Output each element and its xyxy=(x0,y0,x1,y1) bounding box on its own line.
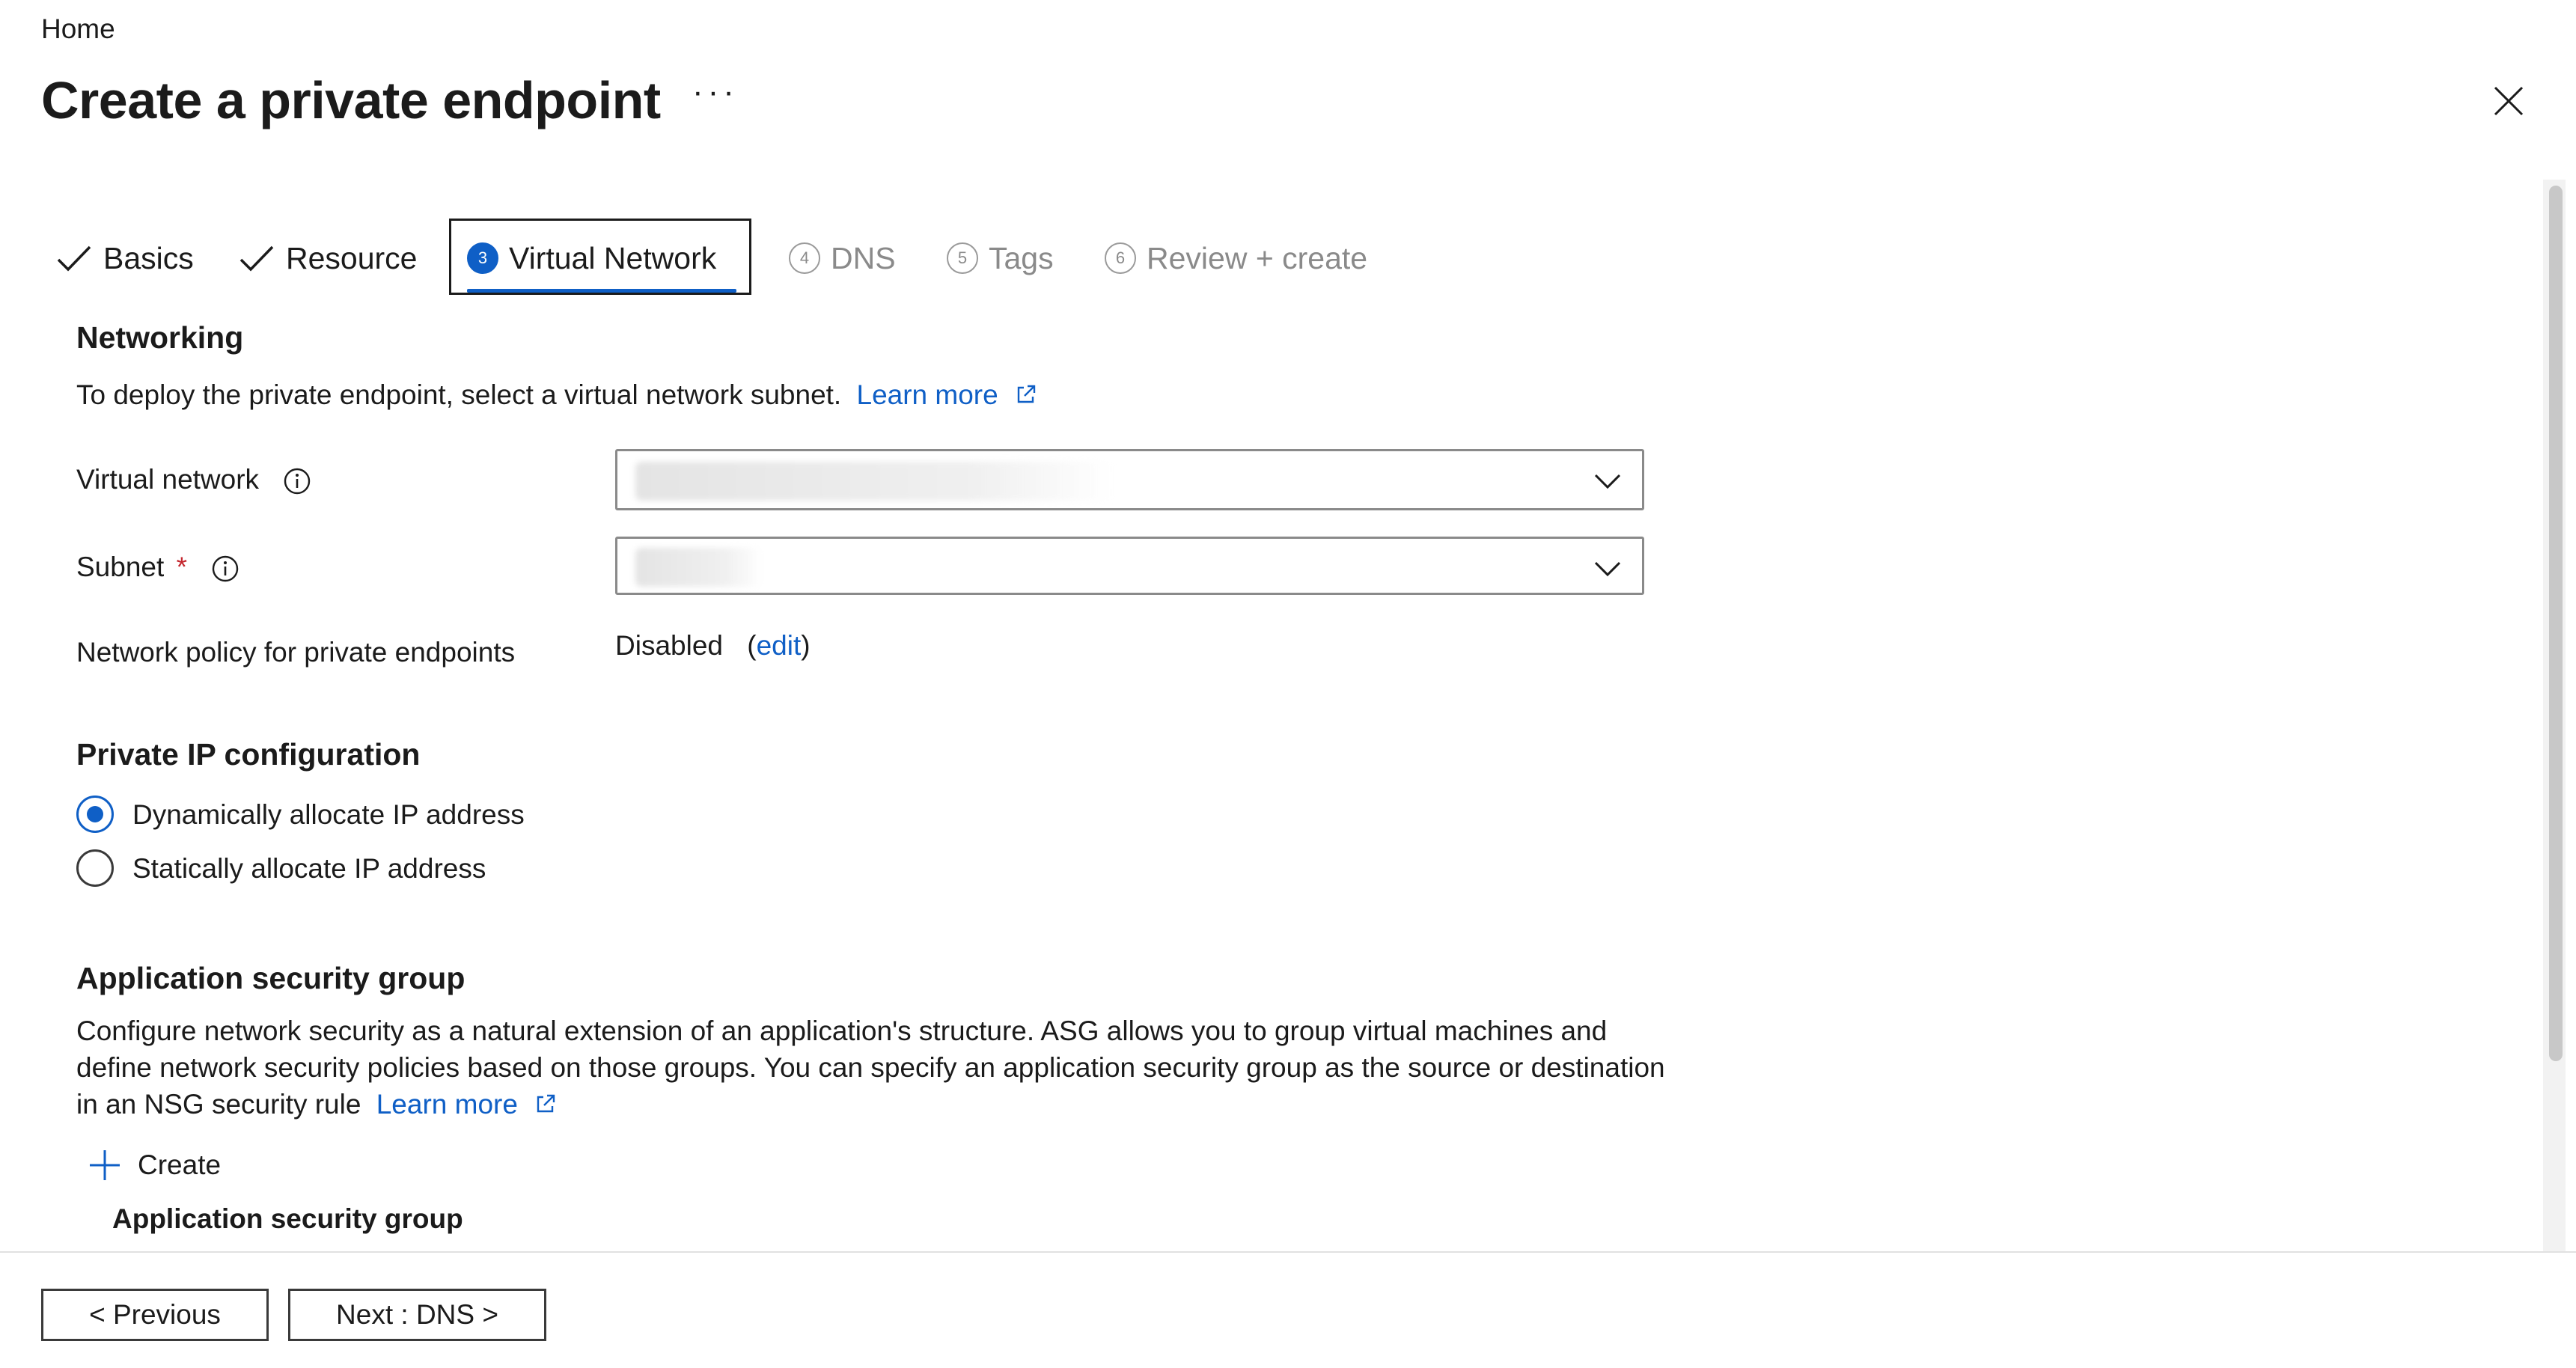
footer-divider xyxy=(0,1251,2576,1253)
subnet-label: Subnet * xyxy=(76,552,239,583)
tab-tags[interactable]: 5 Tags xyxy=(947,232,1054,284)
scrollbar-thumb[interactable] xyxy=(2549,186,2563,1061)
tab-basics[interactable]: Basics xyxy=(55,232,194,284)
private-ip-heading: Private IP configuration xyxy=(76,737,421,772)
networking-description: To deploy the private endpoint, select a… xyxy=(76,379,1037,411)
network-policy-value: Disabled (edit) xyxy=(615,630,811,662)
virtual-network-dropdown[interactable] xyxy=(615,449,1644,510)
next-dns-button[interactable]: Next : DNS > xyxy=(288,1289,546,1341)
more-options-button[interactable]: ··· xyxy=(692,73,739,111)
checkmark-icon xyxy=(57,245,91,272)
virtual-network-label: Virtual network xyxy=(76,464,311,495)
step-5-badge: 5 xyxy=(947,242,978,274)
info-icon[interactable] xyxy=(283,467,311,495)
tab-basics-label: Basics xyxy=(103,240,194,275)
networking-heading: Networking xyxy=(76,320,244,355)
subnet-label-text: Subnet xyxy=(76,552,165,582)
create-asg-button[interactable]: Create xyxy=(88,1144,221,1186)
redacted-value xyxy=(635,462,1114,501)
networking-description-text: To deploy the private endpoint, select a… xyxy=(76,379,842,410)
tab-virtual-network-label: Virtual Network xyxy=(509,240,717,275)
static-ip-radio[interactable] xyxy=(76,849,114,887)
chevron-down-icon xyxy=(1594,474,1621,489)
asg-description: Configure network security as a natural … xyxy=(76,1013,1685,1123)
tab-resource-label: Resource xyxy=(286,240,418,275)
step-4-badge: 4 xyxy=(789,242,820,274)
plus-icon xyxy=(90,1150,120,1180)
tab-dns-label: DNS xyxy=(831,240,896,275)
tab-resource[interactable]: Resource xyxy=(238,232,417,284)
dynamic-ip-radio[interactable] xyxy=(76,796,114,833)
breadcrumb-home[interactable]: Home xyxy=(41,13,115,45)
previous-button[interactable]: < Previous xyxy=(41,1289,269,1341)
tab-review-create-label: Review + create xyxy=(1147,240,1368,275)
tab-virtual-network[interactable]: 3 Virtual Network xyxy=(467,232,716,284)
static-ip-label[interactable]: Statically allocate IP address xyxy=(132,853,486,885)
virtual-network-label-text: Virtual network xyxy=(76,464,260,495)
asg-learn-more-link[interactable]: Learn more xyxy=(376,1089,518,1120)
asg-column-header: Application security group xyxy=(112,1203,463,1234)
external-link-icon[interactable] xyxy=(1015,383,1037,406)
info-icon[interactable] xyxy=(211,555,239,583)
dynamic-ip-label[interactable]: Dynamically allocate IP address xyxy=(132,799,525,831)
asg-description-text: Configure network security as a natural … xyxy=(76,1016,1665,1120)
page-title: Create a private endpoint xyxy=(41,71,661,129)
required-marker: * xyxy=(176,552,187,582)
network-policy-edit-link[interactable]: edit xyxy=(757,630,802,661)
step-6-badge: 6 xyxy=(1105,242,1136,274)
step-3-badge: 3 xyxy=(467,242,498,274)
edit-paren-close: ) xyxy=(801,630,811,661)
close-icon[interactable] xyxy=(2492,85,2525,117)
networking-learn-more-link[interactable]: Learn more xyxy=(857,379,998,410)
active-tab-indicator xyxy=(467,289,736,293)
tab-review-create[interactable]: 6 Review + create xyxy=(1105,232,1367,284)
network-policy-status: Disabled xyxy=(615,630,723,661)
edit-paren-open: ( xyxy=(747,630,757,661)
subnet-dropdown[interactable] xyxy=(615,537,1644,595)
external-link-icon[interactable] xyxy=(534,1093,557,1115)
asg-heading: Application security group xyxy=(76,961,466,995)
redacted-value xyxy=(635,548,763,587)
tab-tags-label: Tags xyxy=(989,240,1054,275)
create-asg-label: Create xyxy=(138,1149,222,1180)
chevron-down-icon xyxy=(1594,561,1621,577)
network-policy-label: Network policy for private endpoints xyxy=(76,637,516,668)
tab-dns[interactable]: 4 DNS xyxy=(789,232,896,284)
checkmark-icon xyxy=(239,245,274,272)
